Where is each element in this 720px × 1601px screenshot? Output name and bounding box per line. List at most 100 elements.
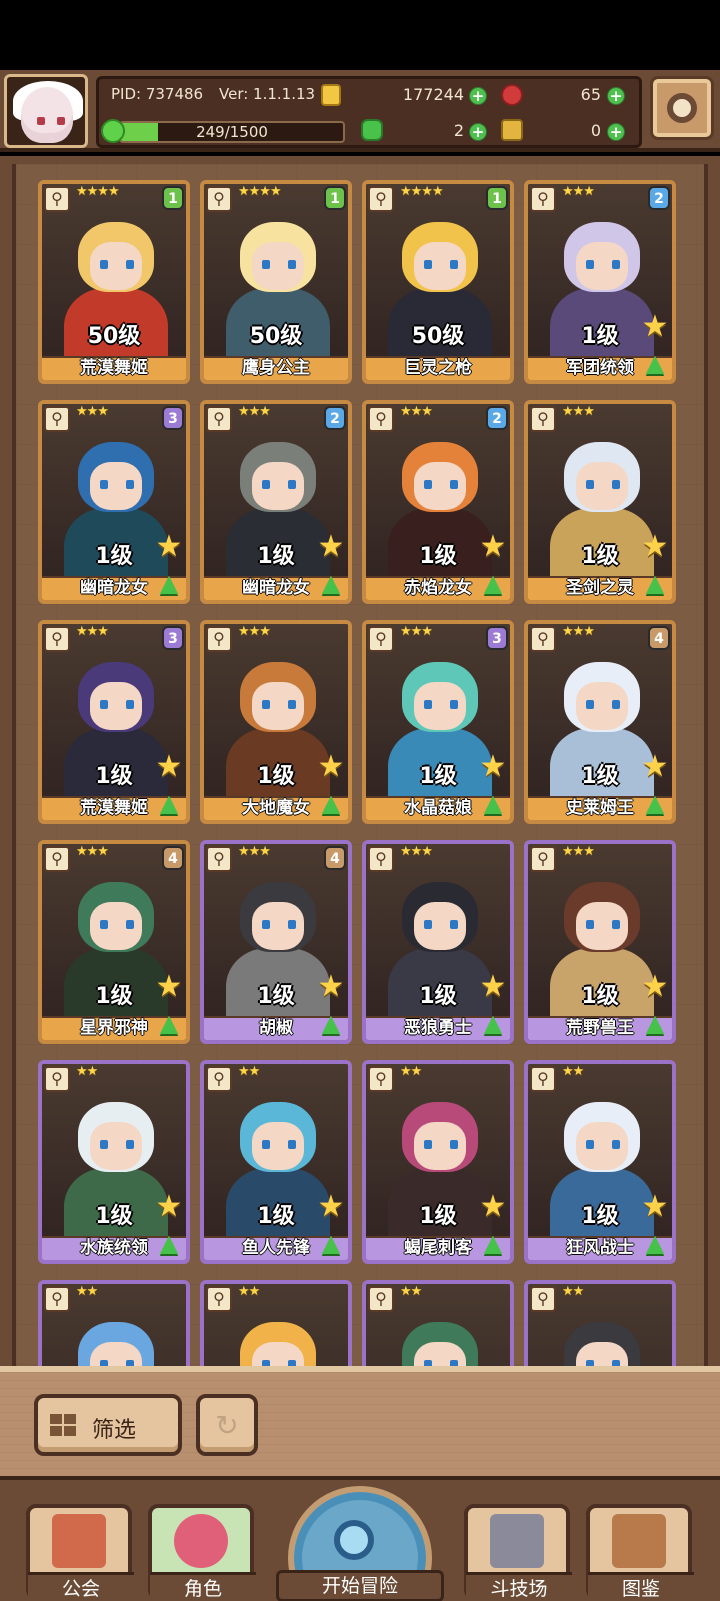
gold-coin-icon xyxy=(321,84,341,106)
class-weapon-icon: ⚲ xyxy=(206,406,232,432)
tier-badge: 3 xyxy=(162,626,184,650)
character-card[interactable]: ⚲ ★★★ 2 1级 赤焰龙女 ★ ▲ xyxy=(362,400,514,604)
star-upgrade-icon: ★ xyxy=(479,749,507,784)
character-card[interactable]: ⚲ ★★★ 2 1级 幽暗龙女 ★ ▲ xyxy=(200,400,352,604)
rarity-stars: ★★★ xyxy=(400,624,433,639)
key-amount: 0 xyxy=(590,121,601,140)
red-gem-icon xyxy=(501,84,523,106)
tier-badge: 4 xyxy=(648,626,670,650)
rarity-stars: ★★★ xyxy=(238,624,271,639)
class-weapon-icon: ⚲ xyxy=(206,846,232,872)
character-card[interactable]: ⚲ ★★★★ 1 50级 鹰身公主 xyxy=(200,180,352,384)
level-up-arrow-icon: ▲ xyxy=(645,1009,665,1037)
tier-badge: 1 xyxy=(486,186,508,210)
filter-bar: 筛选 ↻ xyxy=(0,1366,720,1476)
rarity-stars: ★★★ xyxy=(76,404,109,419)
clover-amount: 2 xyxy=(453,121,464,140)
level-up-arrow-icon: ▲ xyxy=(159,789,179,817)
character-card[interactable]: ⚲ ★★★ 3 1级 幽暗龙女 ★ ▲ xyxy=(38,400,190,604)
class-weapon-icon: ⚲ xyxy=(206,186,232,212)
rarity-stars: ★★★★ xyxy=(400,184,444,199)
book-icon xyxy=(612,1514,666,1568)
level-up-arrow-icon: ▲ xyxy=(645,789,665,817)
character-card[interactable]: ⚲ ★★★ 1级 恶狼勇士 ★ ▲ xyxy=(362,840,514,1044)
character-card[interactable]: ⚲ ★★★★ 1 50级 巨灵之枪 xyxy=(362,180,514,384)
tier-badge: 1 xyxy=(324,186,346,210)
class-weapon-icon: ⚲ xyxy=(44,186,70,212)
player-avatar[interactable] xyxy=(4,74,88,148)
settings-button[interactable] xyxy=(650,76,714,140)
level-up-arrow-icon: ▲ xyxy=(645,349,665,377)
tier-badge: 2 xyxy=(648,186,670,210)
character-card[interactable]: ⚲ ★★★ 1级 大地魔女 ★ ▲ xyxy=(200,620,352,824)
class-weapon-icon: ⚲ xyxy=(368,846,394,872)
class-weapon-icon: ⚲ xyxy=(206,1066,232,1092)
character-card[interactable]: ⚲ ★★ 1级 狂风战士 ★ ▲ xyxy=(524,1060,676,1264)
star-upgrade-icon: ★ xyxy=(479,969,507,1004)
rarity-stars: ★★ xyxy=(400,1284,422,1299)
nav-codex[interactable]: 图鉴 xyxy=(586,1504,694,1601)
rarity-stars: ★★ xyxy=(76,1064,98,1079)
class-weapon-icon: ⚲ xyxy=(44,1286,70,1312)
guild-building-icon xyxy=(52,1514,106,1568)
character-card[interactable]: ⚲ ★★★★ 1 50级 荒漠舞姬 xyxy=(38,180,190,384)
nav-character[interactable]: 角色 xyxy=(148,1504,256,1601)
character-card[interactable]: ⚲ ★★★ 4 1级 史莱姆王 ★ ▲ xyxy=(524,620,676,824)
rarity-stars: ★★★ xyxy=(238,844,271,859)
rarity-stars: ★★★ xyxy=(76,844,109,859)
level-up-arrow-icon: ▲ xyxy=(159,569,179,597)
class-weapon-icon: ⚲ xyxy=(530,406,556,432)
star-upgrade-icon: ★ xyxy=(317,1189,345,1224)
nav-guild[interactable]: 公会 xyxy=(26,1504,134,1601)
character-portrait xyxy=(366,184,510,380)
status-bar-area xyxy=(0,0,720,70)
add-gem-button[interactable]: + xyxy=(607,87,625,105)
character-card[interactable]: ⚲ ★★ 1级 蝎尾刺客 ★ ▲ xyxy=(362,1060,514,1264)
star-upgrade-icon: ★ xyxy=(155,1189,183,1224)
character-portrait xyxy=(42,184,186,380)
reset-button[interactable]: ↻ xyxy=(196,1394,258,1456)
nav-arena[interactable]: 斗技场 xyxy=(464,1504,572,1601)
add-clover-button[interactable]: + xyxy=(469,123,487,141)
character-card[interactable]: ⚲ ★★★ 2 1级 军团统领 ★ ▲ xyxy=(524,180,676,384)
magnifier-icon xyxy=(334,1520,374,1560)
level-up-arrow-icon: ▲ xyxy=(483,789,503,817)
character-card[interactable]: ⚲ ★★ 1级 水族统领 ★ ▲ xyxy=(38,1060,190,1264)
add-gold-button[interactable]: + xyxy=(469,87,487,105)
class-weapon-icon: ⚲ xyxy=(368,186,394,212)
character-card[interactable]: ⚲ ★★★ 4 1级 星界邪神 ★ ▲ xyxy=(38,840,190,1044)
rarity-stars: ★★★ xyxy=(400,844,433,859)
top-header: PID: 737486 Ver: 1.1.1.13 177244 + 65 + … xyxy=(0,70,720,152)
rarity-stars: ★★★ xyxy=(562,624,595,639)
level-up-arrow-icon: ▲ xyxy=(321,569,341,597)
nav-start-adventure[interactable]: 开始冒险 xyxy=(276,1480,444,1601)
class-weapon-icon: ⚲ xyxy=(44,846,70,872)
rarity-stars: ★★★ xyxy=(562,844,595,859)
star-upgrade-icon: ★ xyxy=(641,969,669,1004)
character-card[interactable]: ⚲ ★★★ 1级 荒野兽王 ★ ▲ xyxy=(524,840,676,1044)
rarity-stars: ★★★ xyxy=(238,404,271,419)
filter-button[interactable]: 筛选 xyxy=(34,1394,182,1456)
add-key-button[interactable]: + xyxy=(607,123,625,141)
filter-button-label: 筛选 xyxy=(92,1418,137,1443)
class-weapon-icon: ⚲ xyxy=(44,626,70,652)
bottom-navigation: 公会 角色 开始冒险 斗技场 图鉴 xyxy=(0,1476,720,1601)
rarity-stars: ★★ xyxy=(238,1064,260,1079)
rarity-stars: ★★★ xyxy=(76,624,109,639)
tier-badge: 3 xyxy=(486,626,508,650)
character-grid-area[interactable]: ⚲ ★★★★ 1 50级 荒漠舞姬 ⚲ ★★★★ 1 50级 鹰身公主 ⚲ ★★★★ 1 50级 巨灵之枪 ⚲… xyxy=(0,156,720,1484)
character-card[interactable]: ⚲ ★★★ 3 1级 水晶菇娘 ★ ▲ xyxy=(362,620,514,824)
character-card[interactable]: ⚲ ★★★ 3 1级 荒漠舞姬 ★ ▲ xyxy=(38,620,190,824)
tier-badge: 1 xyxy=(162,186,184,210)
game-version: Ver: 1.1.1.13 xyxy=(219,85,316,103)
character-card[interactable]: ⚲ ★★ 1级 鱼人先锋 ★ ▲ xyxy=(200,1060,352,1264)
rarity-stars: ★★ xyxy=(76,1284,98,1299)
nav-codex-label: 图鉴 xyxy=(588,1572,694,1601)
character-card[interactable]: ⚲ ★★★ 4 1级 胡椒 ★ ▲ xyxy=(200,840,352,1044)
class-weapon-icon: ⚲ xyxy=(530,1066,556,1092)
star-upgrade-icon: ★ xyxy=(155,529,183,564)
character-card[interactable]: ⚲ ★★★ 1级 圣剑之灵 ★ ▲ xyxy=(524,400,676,604)
star-upgrade-icon: ★ xyxy=(641,749,669,784)
nav-arena-label: 斗技场 xyxy=(466,1572,572,1601)
rarity-stars: ★★★ xyxy=(562,404,595,419)
